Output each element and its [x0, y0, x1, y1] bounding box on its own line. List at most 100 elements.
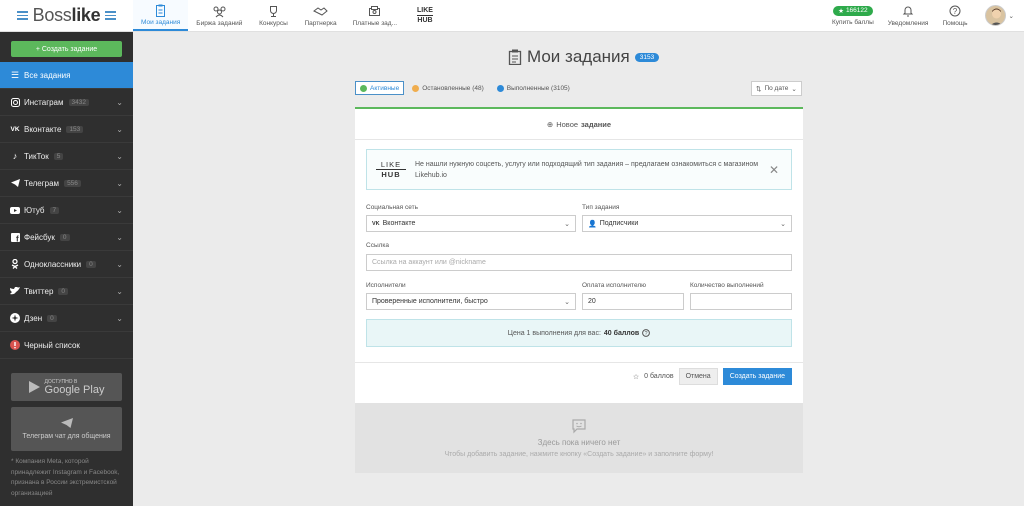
logo[interactable]: Bosslike: [0, 0, 133, 31]
bell-icon: [902, 6, 914, 16]
empty-state: Здесь пока ничего нет Чтобы добавить зад…: [355, 403, 803, 473]
trophy-icon: [269, 5, 277, 17]
google-play-button[interactable]: ДОСТУПНО В Google Play: [11, 373, 122, 401]
network-label: Социальная сеть: [366, 204, 418, 211]
meta-footnote: * Компания Meta, которой принадлежит Ins…: [11, 458, 120, 497]
new-task-header[interactable]: ⊕ Новое задание: [355, 109, 803, 140]
link-input[interactable]: Ссылка на аккаунт или @nickname: [366, 254, 792, 271]
tab-completed[interactable]: Выполненные (3105): [492, 81, 575, 95]
telegram-chat-button[interactable]: Телеграм чат для общения: [11, 407, 122, 451]
tab-stopped[interactable]: Остановленные (48): [407, 81, 489, 95]
sidebar-item-youtube[interactable]: Ютуб 7 ⌄: [0, 197, 133, 224]
price-box: Цена 1 выполнения для вас: 40 баллов ?: [366, 319, 792, 347]
instagram-icon: [10, 97, 20, 107]
sidebar-item-count: 0: [86, 260, 96, 268]
sidebar-item-count: 7: [49, 206, 60, 214]
main-content: Мои задания 3153 Активные Остановленные …: [133, 32, 1024, 506]
zen-icon: [10, 313, 20, 323]
sidebar-item-blacklist[interactable]: Черный список: [0, 332, 133, 359]
executors-select[interactable]: Проверенные исполнители, быстро ⌄: [366, 293, 576, 310]
notifications-button[interactable]: Уведомления: [881, 0, 936, 31]
buy-points-button[interactable]: ★ 166122 Купить баллы: [825, 0, 881, 31]
sidebar-item-label: Инстаграм: [24, 97, 64, 107]
pay-label: Оплата исполнителю: [582, 282, 647, 289]
close-icon[interactable]: ✕: [769, 163, 779, 177]
new-task-prefix: Новое: [556, 119, 579, 129]
svg-text:?: ?: [645, 331, 648, 337]
sidebar-item-label: Твиттер: [24, 286, 54, 296]
nav-my-tasks[interactable]: Мои задания: [133, 0, 189, 31]
executors-label: Исполнители: [366, 282, 406, 289]
sidebar-item-count: 0: [58, 287, 69, 295]
sidebar-item-label: Телеграм: [24, 178, 60, 188]
sort-dropdown[interactable]: ⇅ По дате ⌄: [751, 81, 802, 96]
balance-badge: ★ 166122: [833, 5, 873, 16]
chevron-down-icon: ⌄: [116, 124, 123, 134]
qty-input[interactable]: [690, 293, 792, 310]
sidebar-item-telegram[interactable]: Телеграм 556 ⌄: [0, 170, 133, 197]
cancel-button[interactable]: Отмена: [678, 368, 718, 385]
pay-input[interactable]: 20: [582, 293, 684, 310]
sidebar-create-task-button[interactable]: + Создать задание: [11, 41, 122, 57]
nav-label: Платные зад...: [352, 19, 398, 27]
chevron-down-icon: ⌄: [116, 313, 123, 323]
card-footer: ☆ 0 баллов Отмена Создать задание: [633, 368, 792, 385]
sidebar-item-tiktok[interactable]: ♪ ТикТок 5 ⌄: [0, 143, 133, 170]
link-label: Ссылка: [366, 242, 390, 249]
nav-label: Конкурсы: [259, 19, 288, 27]
chevron-down-icon: ⌄: [780, 220, 786, 228]
sidebar-item-zen[interactable]: Дзен 0 ⌄: [0, 305, 133, 332]
type-value: Подписчики: [599, 220, 639, 227]
profile-menu[interactable]: ⌄: [975, 0, 1024, 31]
new-task-bold: задание: [581, 119, 612, 129]
youtube-icon: [10, 205, 20, 215]
sidebar-item-count: 3432: [68, 98, 89, 106]
sidebar-item-facebook[interactable]: f Фейсбук 0 ⌄: [0, 224, 133, 251]
likehub-link[interactable]: LIKE HUB: [405, 0, 445, 31]
help-button[interactable]: ? Помощь: [935, 0, 974, 31]
sidebar-item-vk[interactable]: VK Вконтакте 153 ⌄: [0, 116, 133, 143]
nav-label: Биржа заданий: [196, 19, 243, 27]
telegram-icon: [10, 178, 20, 188]
nav-contests[interactable]: Конкурсы: [250, 0, 296, 31]
vk-icon: VK: [10, 125, 20, 133]
likehub-top: LIKE: [417, 6, 433, 14]
ok-icon: [10, 259, 20, 269]
empty-hint: Чтобы добавить задание, нажмите кнопку «…: [444, 451, 714, 458]
question-icon: ?: [949, 5, 961, 16]
network-value: Вконтакте: [382, 220, 416, 227]
clipboard-icon: [156, 4, 166, 17]
tab-label: Остановленные (48): [422, 84, 484, 92]
top-right: ★ 166122 Купить баллы Уведомления ? Помощ…: [825, 0, 1024, 31]
sidebar-item-count: 5: [53, 152, 64, 160]
page-title-text: Мои задания: [527, 47, 630, 66]
sidebar-item-odnoklassniki[interactable]: Одноклассники 0 ⌄: [0, 251, 133, 278]
promo-text: Не нашли нужную соцсеть, услугу или подх…: [415, 160, 759, 179]
avatar: [984, 5, 1006, 26]
plus-circle-icon: ⊕: [546, 119, 554, 129]
price-value: 40 баллов: [603, 329, 640, 337]
nav-exchange[interactable]: Биржа заданий: [188, 0, 250, 31]
task-type-select[interactable]: 👤 Подписчики ⌄: [582, 215, 792, 232]
sidebar-item-label: Дзен: [24, 313, 43, 323]
question-icon[interactable]: ?: [642, 329, 651, 337]
sidebar-item-label: Вконтакте: [24, 124, 62, 134]
star-outline-icon: ☆: [632, 373, 640, 381]
svg-text:?: ?: [953, 7, 958, 16]
sidebar-item-twitter[interactable]: Твиттер 0 ⌄: [0, 278, 133, 305]
sidebar-item-label: ТикТок: [24, 151, 49, 161]
card-divider: [355, 362, 803, 363]
page-title: Мои задания 3153: [508, 47, 660, 67]
sidebar-item-all[interactable]: ☰ Все задания: [0, 62, 133, 89]
menu-lines-icon: [105, 11, 117, 20]
network-select[interactable]: VK Вконтакте ⌄: [366, 215, 576, 232]
sidebar-item-instagram[interactable]: Инстаграм 3432 ⌄: [0, 89, 133, 116]
create-task-button[interactable]: Создать задание: [722, 368, 792, 385]
user-icon: 👤: [588, 220, 597, 228]
nav-paid-tasks[interactable]: Платные зад...: [345, 0, 405, 31]
sidebar-item-label: Все задания: [24, 70, 71, 80]
tab-active[interactable]: Активные: [355, 81, 405, 95]
nav-partner[interactable]: Партнерка: [296, 0, 344, 31]
help-label: Помощь: [942, 19, 968, 27]
facebook-icon: f: [10, 232, 20, 242]
